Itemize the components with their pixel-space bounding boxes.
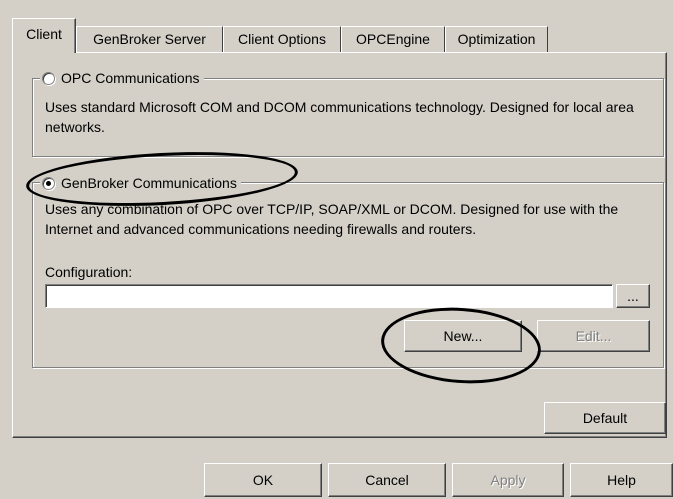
tab-genbroker-server[interactable]: GenBroker Server	[76, 26, 223, 52]
edit-button[interactable]: Edit...	[537, 320, 650, 352]
browse-label: ...	[627, 288, 639, 304]
ok-button[interactable]: OK	[204, 463, 322, 497]
genbroker-communications-option[interactable]: GenBroker Communications	[40, 173, 241, 193]
tab-label: Client Options	[238, 31, 326, 47]
tab-label: Optimization	[457, 31, 536, 47]
tab-opcengine[interactable]: OPCEngine	[341, 26, 445, 52]
apply-button[interactable]: Apply	[452, 463, 564, 497]
cancel-label: Cancel	[365, 472, 409, 488]
default-button[interactable]: Default	[544, 402, 666, 434]
new-button[interactable]: New...	[404, 320, 522, 352]
opc-option-label: OPC Communications	[61, 70, 200, 86]
tab-label: GenBroker Server	[93, 31, 206, 47]
tab-client-options[interactable]: Client Options	[223, 26, 341, 52]
opc-radio-button[interactable]	[42, 71, 55, 85]
tab-optimization[interactable]: Optimization	[445, 26, 548, 52]
genbroker-radio-button[interactable]	[42, 176, 55, 190]
tab-label: Client	[26, 26, 62, 42]
configuration-input[interactable]	[45, 284, 613, 308]
ok-label: OK	[252, 472, 274, 488]
help-label: Help	[607, 472, 636, 488]
genbroker-description: Uses any combination of OPC over TCP/IP,…	[45, 201, 619, 237]
configuration-label: Configuration:	[45, 264, 133, 280]
new-label: New...	[443, 328, 483, 344]
opc-description: Uses standard Microsoft COM and DCOM com…	[45, 99, 634, 135]
tab-client[interactable]: Client	[12, 18, 76, 53]
opc-communications-option[interactable]: OPC Communications	[40, 68, 204, 88]
apply-label: Apply	[490, 472, 526, 488]
cancel-button[interactable]: Cancel	[328, 463, 446, 497]
edit-label: Edit...	[575, 328, 612, 344]
default-label: Default	[582, 410, 628, 426]
help-button[interactable]: Help	[570, 463, 673, 497]
genbroker-option-label: GenBroker Communications	[61, 175, 237, 191]
browse-button[interactable]: ...	[616, 284, 650, 308]
tab-label: OPCEngine	[356, 31, 430, 47]
